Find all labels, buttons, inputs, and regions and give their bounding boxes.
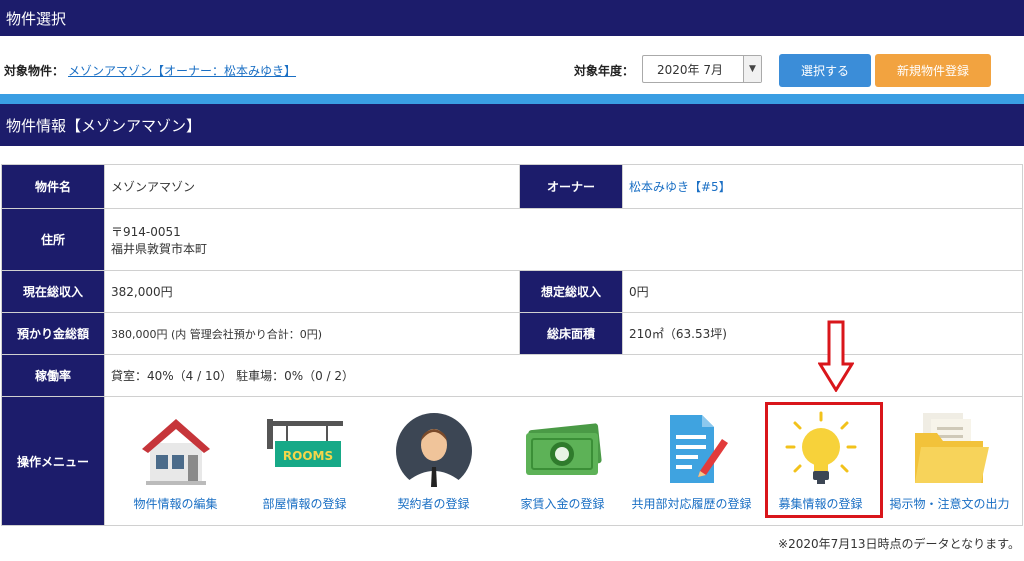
menu-label-output-notice: 掲示物・注意文の出力 xyxy=(889,497,1010,511)
year-select[interactable]: 2020年 7月 ▼ xyxy=(642,55,762,83)
section-header-property-select: 物件選択 xyxy=(0,0,1024,36)
target-property-label: 対象物件： xyxy=(4,64,65,78)
expected-income-label: 想定総収入 xyxy=(519,270,623,313)
owner-label: オーナー xyxy=(519,164,623,209)
menu-item-register-room[interactable]: ROOMS 部屋情報の登録 xyxy=(240,397,369,525)
new-property-button[interactable]: 新規物件登録 xyxy=(875,54,991,87)
folder-icon xyxy=(914,413,989,483)
document-pen-icon xyxy=(669,415,728,483)
operation-menu: 物件情報の編集 ROOMS 部屋情報の登録 契約者の登録 家賃入金の登録 共用部… xyxy=(111,397,1022,525)
money-icon xyxy=(525,423,602,475)
menu-item-edit-property[interactable]: 物件情報の編集 xyxy=(111,397,240,525)
year-select-value: 2020年 7月 xyxy=(657,62,723,77)
target-row: 対象物件： メゾンアマゾン【オーナー：松本みゆき】 対象年度： 2020年 7月… xyxy=(0,36,1024,94)
address-line: 福井県敦賀市本町 xyxy=(111,241,208,256)
menu-label-register-room: 部屋情報の登録 xyxy=(262,497,347,511)
menu-item-common-area-history[interactable]: 共用部対応履歴の登録 xyxy=(627,397,756,525)
name-value: メゾンアマゾン xyxy=(104,164,520,209)
owner-link[interactable]: 松本みゆき【#5】 xyxy=(629,180,731,194)
house-icon xyxy=(141,419,210,485)
address-zip: 〒914-0051 xyxy=(111,224,181,239)
down-arrow-icon xyxy=(818,320,854,392)
deposit-value: 380,000円 (内 管理会社預かり合計：0円) xyxy=(104,312,520,355)
person-icon xyxy=(395,413,472,489)
floor-area-label: 総床面積 xyxy=(519,312,623,355)
menu-item-output-notice[interactable]: 掲示物・注意文の出力 xyxy=(885,397,1014,525)
occupancy-value: 貸室：40%（4 / 10） 駐車場：0%（0 / 2） xyxy=(104,354,1023,397)
name-label: 物件名 xyxy=(1,164,105,209)
address-value: 〒914-0051 福井県敦賀市本町 xyxy=(104,208,1023,271)
menu-label-register-rent: 家賃入金の登録 xyxy=(520,497,605,511)
menu-label-common-area-history: 共用部対応履歴の登録 xyxy=(631,497,752,511)
target-property-link[interactable]: メゾンアマゾン【オーナー：松本みゆき】 xyxy=(68,62,296,79)
expected-income-value: 0円 xyxy=(622,270,1023,313)
address-label: 住所 xyxy=(1,208,105,271)
menu-label: 操作メニュー xyxy=(1,396,105,526)
data-timestamp-note: ※2020年7月13日時点のデータとなります。 xyxy=(778,537,1020,551)
income-label: 現在総収入 xyxy=(1,270,105,313)
occupancy-label: 稼働率 xyxy=(1,354,105,397)
menu-item-register-rent[interactable]: 家賃入金の登録 xyxy=(498,397,627,525)
select-button[interactable]: 選択する xyxy=(779,54,871,87)
deposit-label: 預かり金総額 xyxy=(1,312,105,355)
menu-label-edit-property: 物件情報の編集 xyxy=(133,497,218,511)
target-year-label: 対象年度： xyxy=(574,64,635,78)
section-header-property-info: 物件情報【メゾンアマゾン】 xyxy=(0,104,1024,146)
divider-strip xyxy=(0,94,1024,104)
rooms-sign-text: ROOMS xyxy=(282,449,332,463)
highlight-box xyxy=(765,402,883,518)
section-title: 物件情報【メゾンアマゾン】 xyxy=(6,116,202,135)
menu-label-register-tenant: 契約者の登録 xyxy=(397,497,470,511)
income-value: 382,000円 xyxy=(104,270,520,313)
rooms-sign-icon: ROOMS xyxy=(266,419,343,467)
section-title: 物件選択 xyxy=(6,9,67,28)
chevron-down-icon[interactable]: ▼ xyxy=(743,56,761,82)
menu-item-register-tenant[interactable]: 契約者の登録 xyxy=(369,397,498,525)
